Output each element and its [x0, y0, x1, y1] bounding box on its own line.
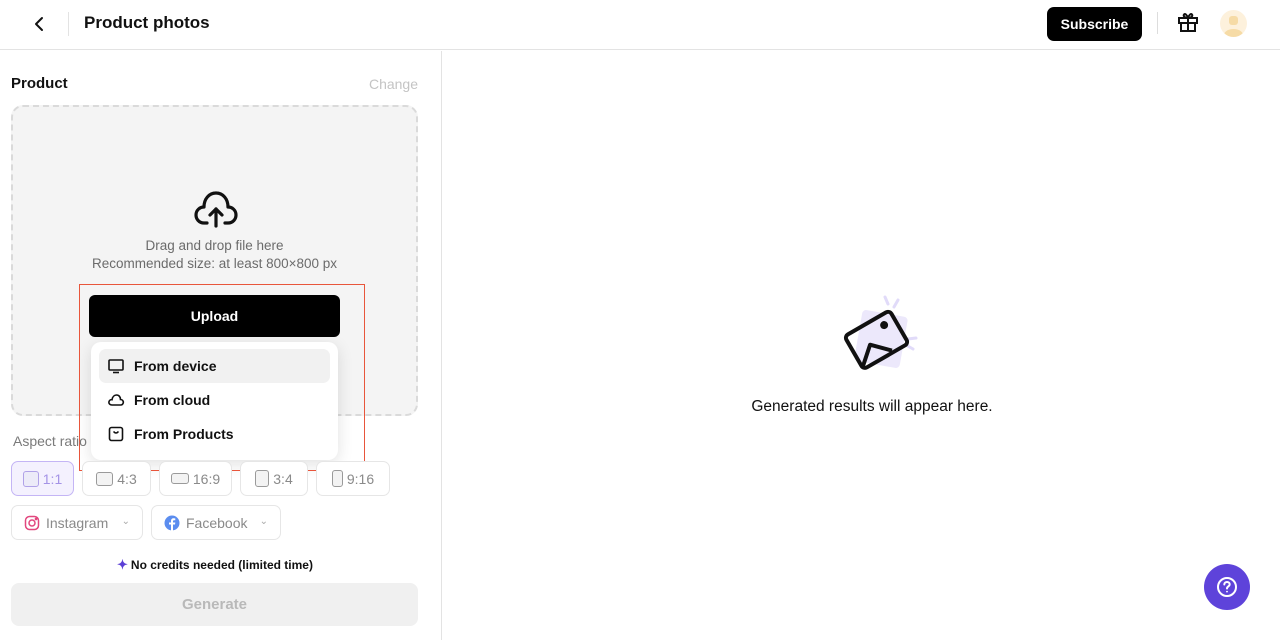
- tall-ratio-icon: [331, 470, 343, 487]
- ratio-option-4-3[interactable]: 4:3: [82, 461, 151, 496]
- ratio-option-1-1[interactable]: 1:1: [11, 461, 74, 496]
- top-bar: Product photos Subscribe: [0, 0, 1280, 50]
- ratio-label: 16:9: [192, 470, 221, 487]
- credits-text: No credits needed (limited time): [130, 558, 313, 572]
- ratio-label: 3:4: [273, 470, 293, 487]
- change-link[interactable]: Change: [369, 76, 418, 92]
- facebook-preset-dropdown[interactable]: Facebook ⌄: [151, 505, 281, 540]
- square-ratio-icon: [22, 470, 39, 487]
- avatar[interactable]: [1220, 10, 1247, 37]
- chevron-left-icon: [35, 17, 43, 31]
- menu-item-from-device[interactable]: From device: [99, 349, 330, 383]
- instagram-icon: [24, 515, 40, 530]
- results-panel: Generated results will appear here.: [443, 51, 1280, 640]
- divider: [68, 12, 69, 36]
- chevron-down-icon: ⌄: [121, 516, 130, 527]
- question-circle-icon: [1217, 577, 1237, 597]
- monitor-icon: [108, 359, 124, 374]
- settings-panel: Product Change Drag and drop file here R…: [0, 51, 442, 640]
- portrait-ratio-icon: [255, 470, 270, 487]
- social-label: Facebook: [186, 514, 248, 531]
- landscape-ratio-icon: [96, 471, 114, 486]
- sparkle-icon: ✦: [117, 557, 128, 572]
- ratio-label: 4:3: [117, 470, 137, 487]
- cloud-upload-icon: [194, 191, 238, 228]
- image-placeholder-icon: [843, 295, 918, 370]
- generate-button[interactable]: Generate: [11, 583, 418, 626]
- user-avatar-icon: [1223, 16, 1244, 37]
- aspect-ratio-label: Aspect ratio: [13, 433, 87, 449]
- gift-icon: [1178, 13, 1198, 32]
- wide-ratio-icon: [170, 473, 189, 484]
- empty-state-message: Generated results will appear here.: [751, 398, 993, 415]
- ratio-option-3-4[interactable]: 3:4: [240, 461, 308, 496]
- upload-source-menu: From device From cloud From Products: [91, 342, 338, 460]
- gift-button[interactable]: [1176, 10, 1200, 34]
- chevron-down-icon: ⌄: [259, 516, 268, 527]
- menu-item-label: From device: [134, 358, 217, 374]
- menu-item-label: From cloud: [134, 392, 211, 408]
- instagram-preset-dropdown[interactable]: Instagram ⌄: [11, 505, 143, 540]
- cloud-icon: [108, 394, 125, 406]
- facebook-icon: [164, 515, 180, 531]
- dropzone-instruction: Drag and drop file here: [145, 238, 284, 253]
- ratio-option-16-9[interactable]: 16:9: [159, 461, 232, 496]
- subscribe-button[interactable]: Subscribe: [1047, 7, 1142, 41]
- ratio-option-9-16[interactable]: 9:16: [316, 461, 390, 496]
- ratio-label: 9:16: [346, 470, 375, 487]
- product-section-title: Product: [11, 75, 68, 92]
- shopping-bag-icon: [108, 426, 124, 442]
- back-button[interactable]: [28, 12, 52, 36]
- menu-item-from-products[interactable]: From Products: [99, 417, 330, 451]
- help-button[interactable]: [1204, 564, 1250, 610]
- ratio-label: 1:1: [42, 470, 63, 487]
- menu-item-from-cloud[interactable]: From cloud: [99, 383, 330, 417]
- dropzone-size-hint: Recommended size: at least 800×800 px: [91, 256, 338, 271]
- credits-note: ✦ No credits needed (limited time): [0, 557, 430, 573]
- divider: [1157, 12, 1158, 34]
- menu-item-label: From Products: [134, 426, 234, 442]
- social-label: Instagram: [46, 514, 109, 531]
- page-title: Product photos: [84, 13, 210, 32]
- upload-button[interactable]: Upload: [89, 295, 340, 337]
